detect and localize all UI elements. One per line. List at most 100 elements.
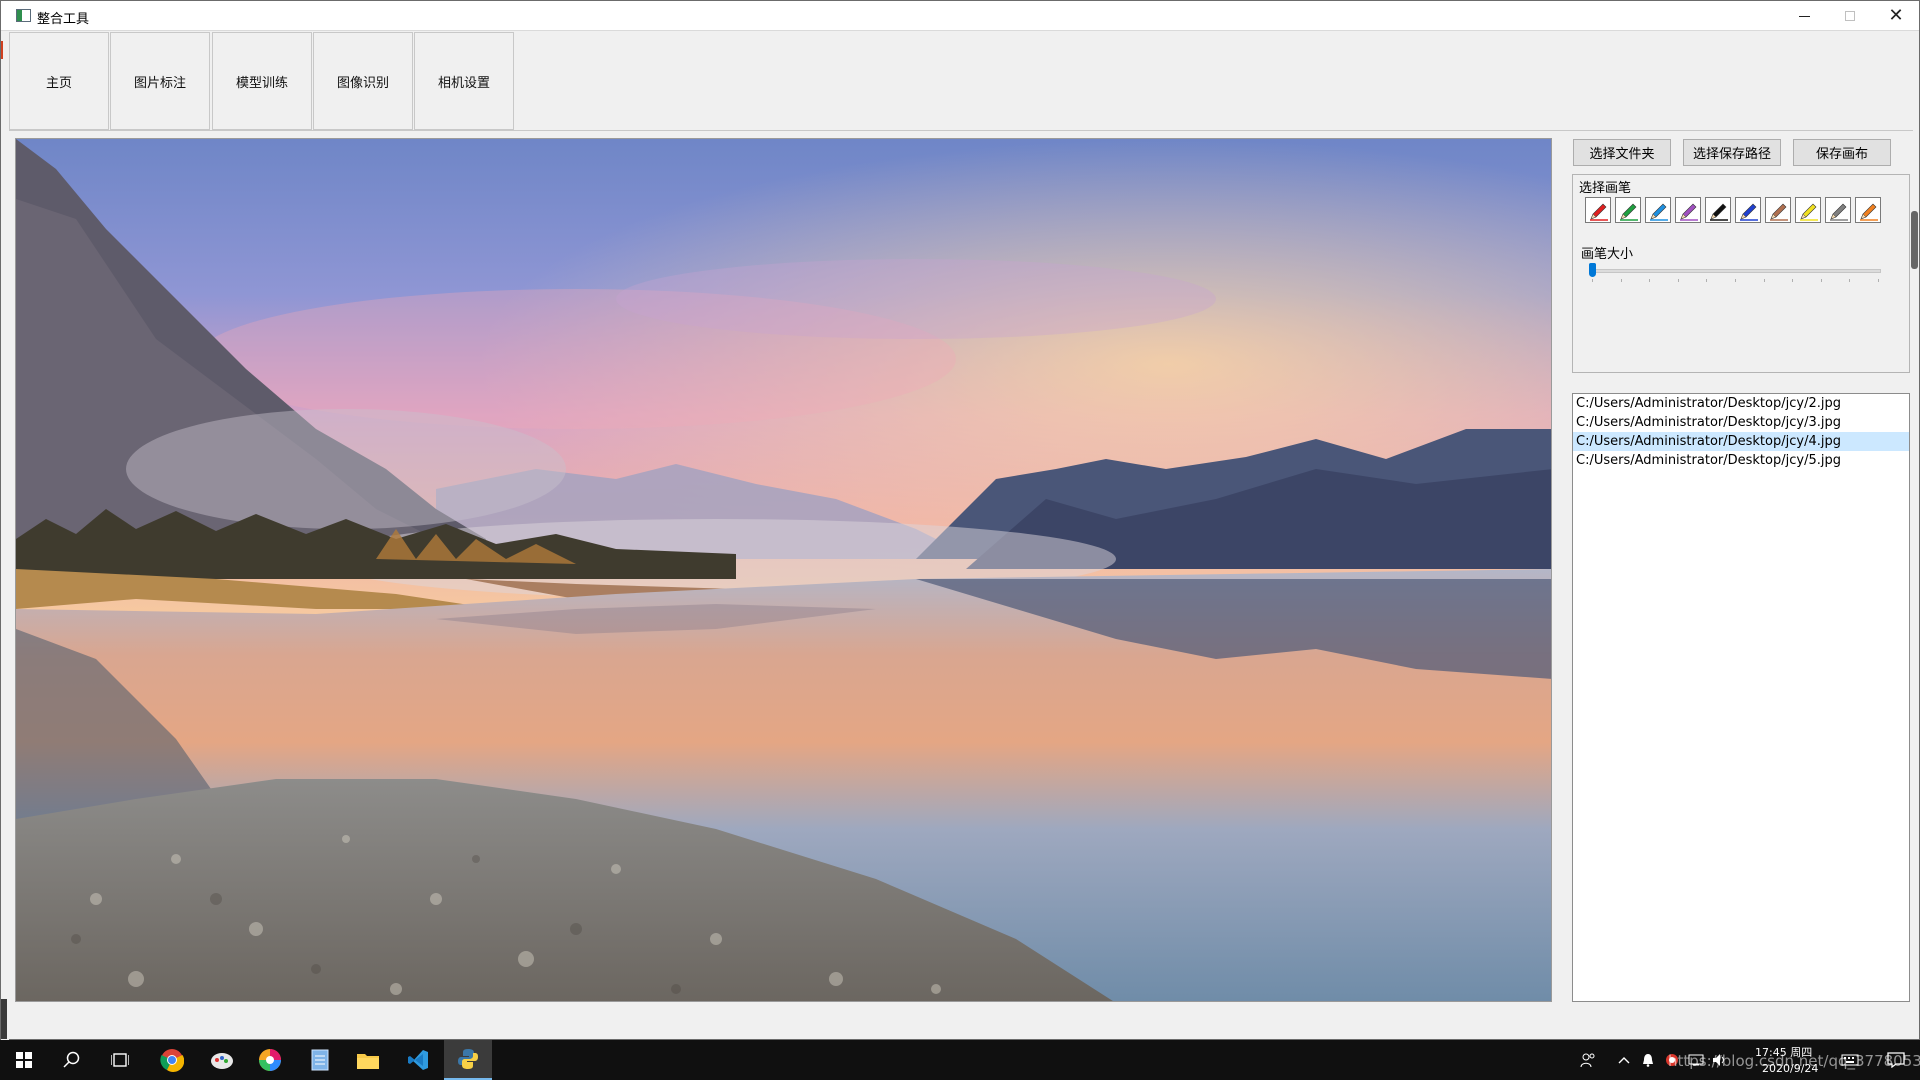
task-view-icon [111, 1053, 129, 1067]
slider-tick [1592, 279, 1593, 282]
title-bar[interactable]: 整合工具 ✕ [1, 1, 1919, 31]
slider-tick [1706, 279, 1708, 282]
taskbar-color-app[interactable] [246, 1040, 294, 1080]
tray-notification-bell[interactable] [1636, 1040, 1660, 1080]
pen-button-10[interactable] [1855, 197, 1881, 223]
pen-group-title: 选择画笔 [1577, 177, 1634, 196]
slider-tick [1735, 279, 1736, 282]
maximize-icon [1845, 11, 1855, 21]
keyboard-icon [1841, 1054, 1859, 1066]
save-canvas-button[interactable]: 保存画布 [1793, 139, 1891, 166]
pen-icon [1620, 203, 1638, 221]
file-list-item-selected[interactable]: C:/Users/Administrator/Desktop/jcy/4.jpg [1573, 432, 1909, 451]
slider-tick [1820, 279, 1822, 282]
notification-icon [1887, 1052, 1905, 1068]
pen-icon [1680, 203, 1698, 221]
taskbar-vscode[interactable] [394, 1040, 442, 1080]
search-button[interactable] [48, 1040, 96, 1080]
notepad-icon [311, 1049, 329, 1071]
tab-image-annotation[interactable]: 图片标注 [110, 32, 210, 130]
tray-overflow-button[interactable] [1612, 1040, 1636, 1080]
minimize-button[interactable] [1781, 1, 1827, 31]
tab-image-recognition[interactable]: 图像识别 [313, 32, 413, 130]
pen-icon [1740, 203, 1758, 221]
pen-icon [1800, 203, 1818, 221]
python-icon [458, 1049, 478, 1069]
slider-tick [1649, 279, 1651, 282]
pen-button-7[interactable] [1765, 197, 1791, 223]
left-edge-marker [1, 41, 3, 59]
pen-button-1[interactable] [1585, 197, 1611, 223]
app-window: 整合工具 ✕ 主页 图片标注 模型训练 图像识别 相机设置 选择文件夹 选择保存… [0, 0, 1920, 1041]
people-icon [1580, 1053, 1595, 1068]
pen-icon [1830, 203, 1848, 221]
file-list-item[interactable]: C:/Users/Administrator/Desktop/jcy/5.jpg [1573, 451, 1909, 470]
task-view-button[interactable] [96, 1040, 144, 1080]
left-border [1, 32, 9, 1041]
pen-button-2[interactable] [1615, 197, 1641, 223]
pen-icon [1590, 203, 1608, 221]
slider-tick [1677, 279, 1679, 282]
pen-buttons [1585, 197, 1881, 223]
slider-tick [1792, 279, 1794, 282]
tab-bar: 主页 图片标注 模型训练 图像识别 相机设置 [9, 32, 1913, 131]
bell-icon [1643, 1054, 1653, 1067]
pen-button-6[interactable] [1735, 197, 1761, 223]
tab-model-training[interactable]: 模型训练 [212, 32, 312, 130]
close-button[interactable]: ✕ [1873, 1, 1919, 31]
select-save-path-button[interactable]: 选择保存路径 [1683, 139, 1781, 166]
tray-people-button[interactable] [1564, 1040, 1612, 1080]
color-wheel-icon [259, 1049, 281, 1071]
paint-icon [211, 1053, 233, 1069]
taskbar-python-app[interactable] [444, 1040, 492, 1080]
pen-button-9[interactable] [1825, 197, 1851, 223]
pen-button-3[interactable] [1645, 197, 1671, 223]
brush-size-label: 画笔大小 [1581, 247, 1634, 262]
pen-icon [1650, 203, 1668, 221]
close-icon: ✕ [1888, 5, 1904, 26]
brush-size-track[interactable] [1589, 269, 1881, 273]
chevron-up-icon [1618, 1057, 1630, 1064]
tab-home[interactable]: 主页 [9, 32, 109, 130]
pen-button-4[interactable] [1675, 197, 1701, 223]
action-center-button[interactable] [1872, 1040, 1920, 1080]
tab-camera-settings[interactable]: 相机设置 [414, 32, 514, 130]
drawing-canvas[interactable] [15, 138, 1552, 1002]
maximize-button[interactable] [1827, 1, 1873, 31]
panel-scrollbar-thumb[interactable] [1911, 211, 1918, 269]
pen-button-5[interactable] [1705, 197, 1731, 223]
window-title: 整合工具 [37, 12, 90, 27]
taskbar-chrome[interactable] [148, 1040, 196, 1080]
minimize-icon [1798, 15, 1810, 17]
pen-icon [1860, 203, 1878, 221]
slider-tick [1763, 279, 1765, 282]
folder-icon [357, 1054, 379, 1069]
app-icon [16, 9, 31, 22]
tray-keyboard-button[interactable] [1832, 1040, 1868, 1080]
pen-icon [1710, 203, 1728, 221]
brush-size-slider-handle[interactable] [1589, 263, 1596, 277]
taskbar: 17:45 周四 2020/9/24 https://blog.csdn.net… [0, 1040, 1920, 1080]
start-button[interactable] [0, 1040, 48, 1080]
landscape-image [16, 139, 1551, 1001]
file-list-item[interactable]: C:/Users/Administrator/Desktop/jcy/2.jpg [1573, 394, 1909, 413]
search-icon [63, 1051, 80, 1068]
slider-tick [1878, 279, 1879, 282]
slider-tick [1849, 279, 1851, 282]
desktop-screen: 整合工具 ✕ 主页 图片标注 模型训练 图像识别 相机设置 选择文件夹 选择保存… [0, 0, 1920, 1080]
chrome-icon [160, 1049, 184, 1072]
slider-tick [1620, 279, 1622, 282]
taskbar-file-explorer[interactable] [344, 1040, 392, 1080]
file-list[interactable]: C:/Users/Administrator/Desktop/jcy/2.jpg… [1572, 393, 1910, 1002]
vscode-icon [408, 1050, 428, 1070]
tab-bar-divider [9, 130, 1913, 131]
pen-icon [1770, 203, 1788, 221]
pen-selector-group: 选择画笔 画笔大小 [1572, 174, 1910, 373]
pen-button-8[interactable] [1795, 197, 1821, 223]
windows-icon [16, 1052, 32, 1068]
taskbar-notepad[interactable] [296, 1040, 344, 1080]
select-folder-button[interactable]: 选择文件夹 [1573, 139, 1671, 166]
file-list-item[interactable]: C:/Users/Administrator/Desktop/jcy/3.jpg [1573, 413, 1909, 432]
left-edge-marker-bottom [1, 999, 7, 1039]
taskbar-paint-app[interactable] [198, 1040, 246, 1080]
